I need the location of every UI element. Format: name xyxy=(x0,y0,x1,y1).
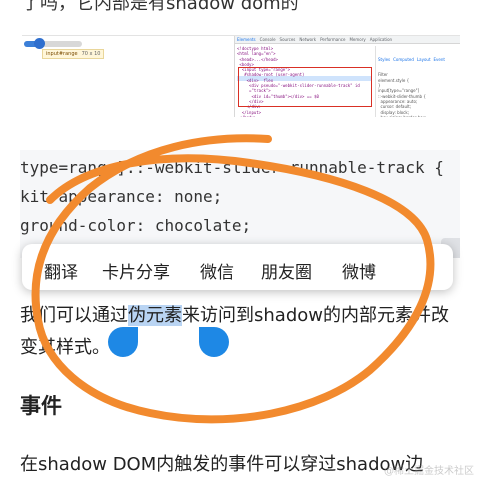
code-line: kit-appearance: none; xyxy=(20,187,223,206)
styles-pane: Styles Computed Layout Event Filter element.… xyxy=(375,46,460,117)
selected-text[interactable]: 伪元素 xyxy=(128,305,182,326)
element-tooltip: input#range 70 x 10 xyxy=(42,49,105,59)
styles-tab: Computed xyxy=(393,56,414,62)
range-slider-track xyxy=(24,38,82,49)
range-slider-thumb xyxy=(33,38,45,49)
paragraph-text: 我们可以通过 xyxy=(20,305,128,326)
styles-tab: Layout xyxy=(416,56,431,62)
devtools-tab: Sources xyxy=(279,37,296,42)
devtools-tab: Network xyxy=(299,37,317,42)
selection-end-handle[interactable] xyxy=(199,327,229,357)
article-paragraph: 我们可以通过伪元素来访问到shadow的内部元素并改变其样式。 xyxy=(20,300,460,364)
shadow-root-outline xyxy=(238,67,372,107)
elements-tree-line: </body> xyxy=(237,115,373,117)
code-line: ground-color: chocolate; xyxy=(20,216,252,235)
card-share-button[interactable]: 卡片分享 xyxy=(102,258,170,283)
tooltip-size: 70 x 10 xyxy=(81,51,101,57)
styles-rule-line: box-sizing: border-box; xyxy=(378,115,460,117)
devtools-tab: Application xyxy=(369,37,393,42)
devtools-tab: Memory xyxy=(349,37,366,42)
moments-share-button[interactable]: 朋友圈 xyxy=(261,258,312,283)
watermark: @稀土掘金技术社区 xyxy=(384,466,474,477)
cut-off-paragraph: 了吗，它内部是有shadow dom的 xyxy=(22,0,299,14)
devtools-screenshot: input#range 70 x 10 Elements Console Source… xyxy=(22,35,460,117)
devtools-tab: Console xyxy=(259,37,276,42)
devtools-tab: Performance xyxy=(320,37,346,42)
styles-tab: Styles xyxy=(378,56,391,62)
code-line: type=range]::-webkit-slider-runnable-tra… xyxy=(20,158,444,177)
section-heading: 事件 xyxy=(20,394,62,418)
devtools-panel: Elements Console Sources Network Performance… xyxy=(234,36,460,117)
code-block: type=range]::-webkit-slider-runnable-tra… xyxy=(20,150,460,258)
styles-tab-bar: Styles Computed Layout Event xyxy=(378,57,460,62)
tooltip-label: input#range xyxy=(46,51,78,57)
selection-start-handle[interactable] xyxy=(108,327,138,357)
styles-rules: Filter element.style {} input[type="range"… xyxy=(378,72,460,117)
devtools-preview-pane: input#range 70 x 10 xyxy=(22,36,234,117)
text-selection-toolbar: 翻译 卡片分享 微信 朋友圈 微博 xyxy=(22,244,453,290)
weibo-share-button[interactable]: 微博 xyxy=(342,258,376,283)
devtools-tab-bar: Elements Console Sources Network Performance… xyxy=(235,36,460,44)
devtools-tab: Elements xyxy=(237,37,256,42)
wechat-share-button[interactable]: 微信 xyxy=(200,258,234,283)
translate-button[interactable]: 翻译 xyxy=(44,258,78,283)
styles-tab: Event xyxy=(433,56,445,62)
article-paragraph: 在shadow DOM内触发的事件可以穿过shadow边 xyxy=(20,454,424,475)
